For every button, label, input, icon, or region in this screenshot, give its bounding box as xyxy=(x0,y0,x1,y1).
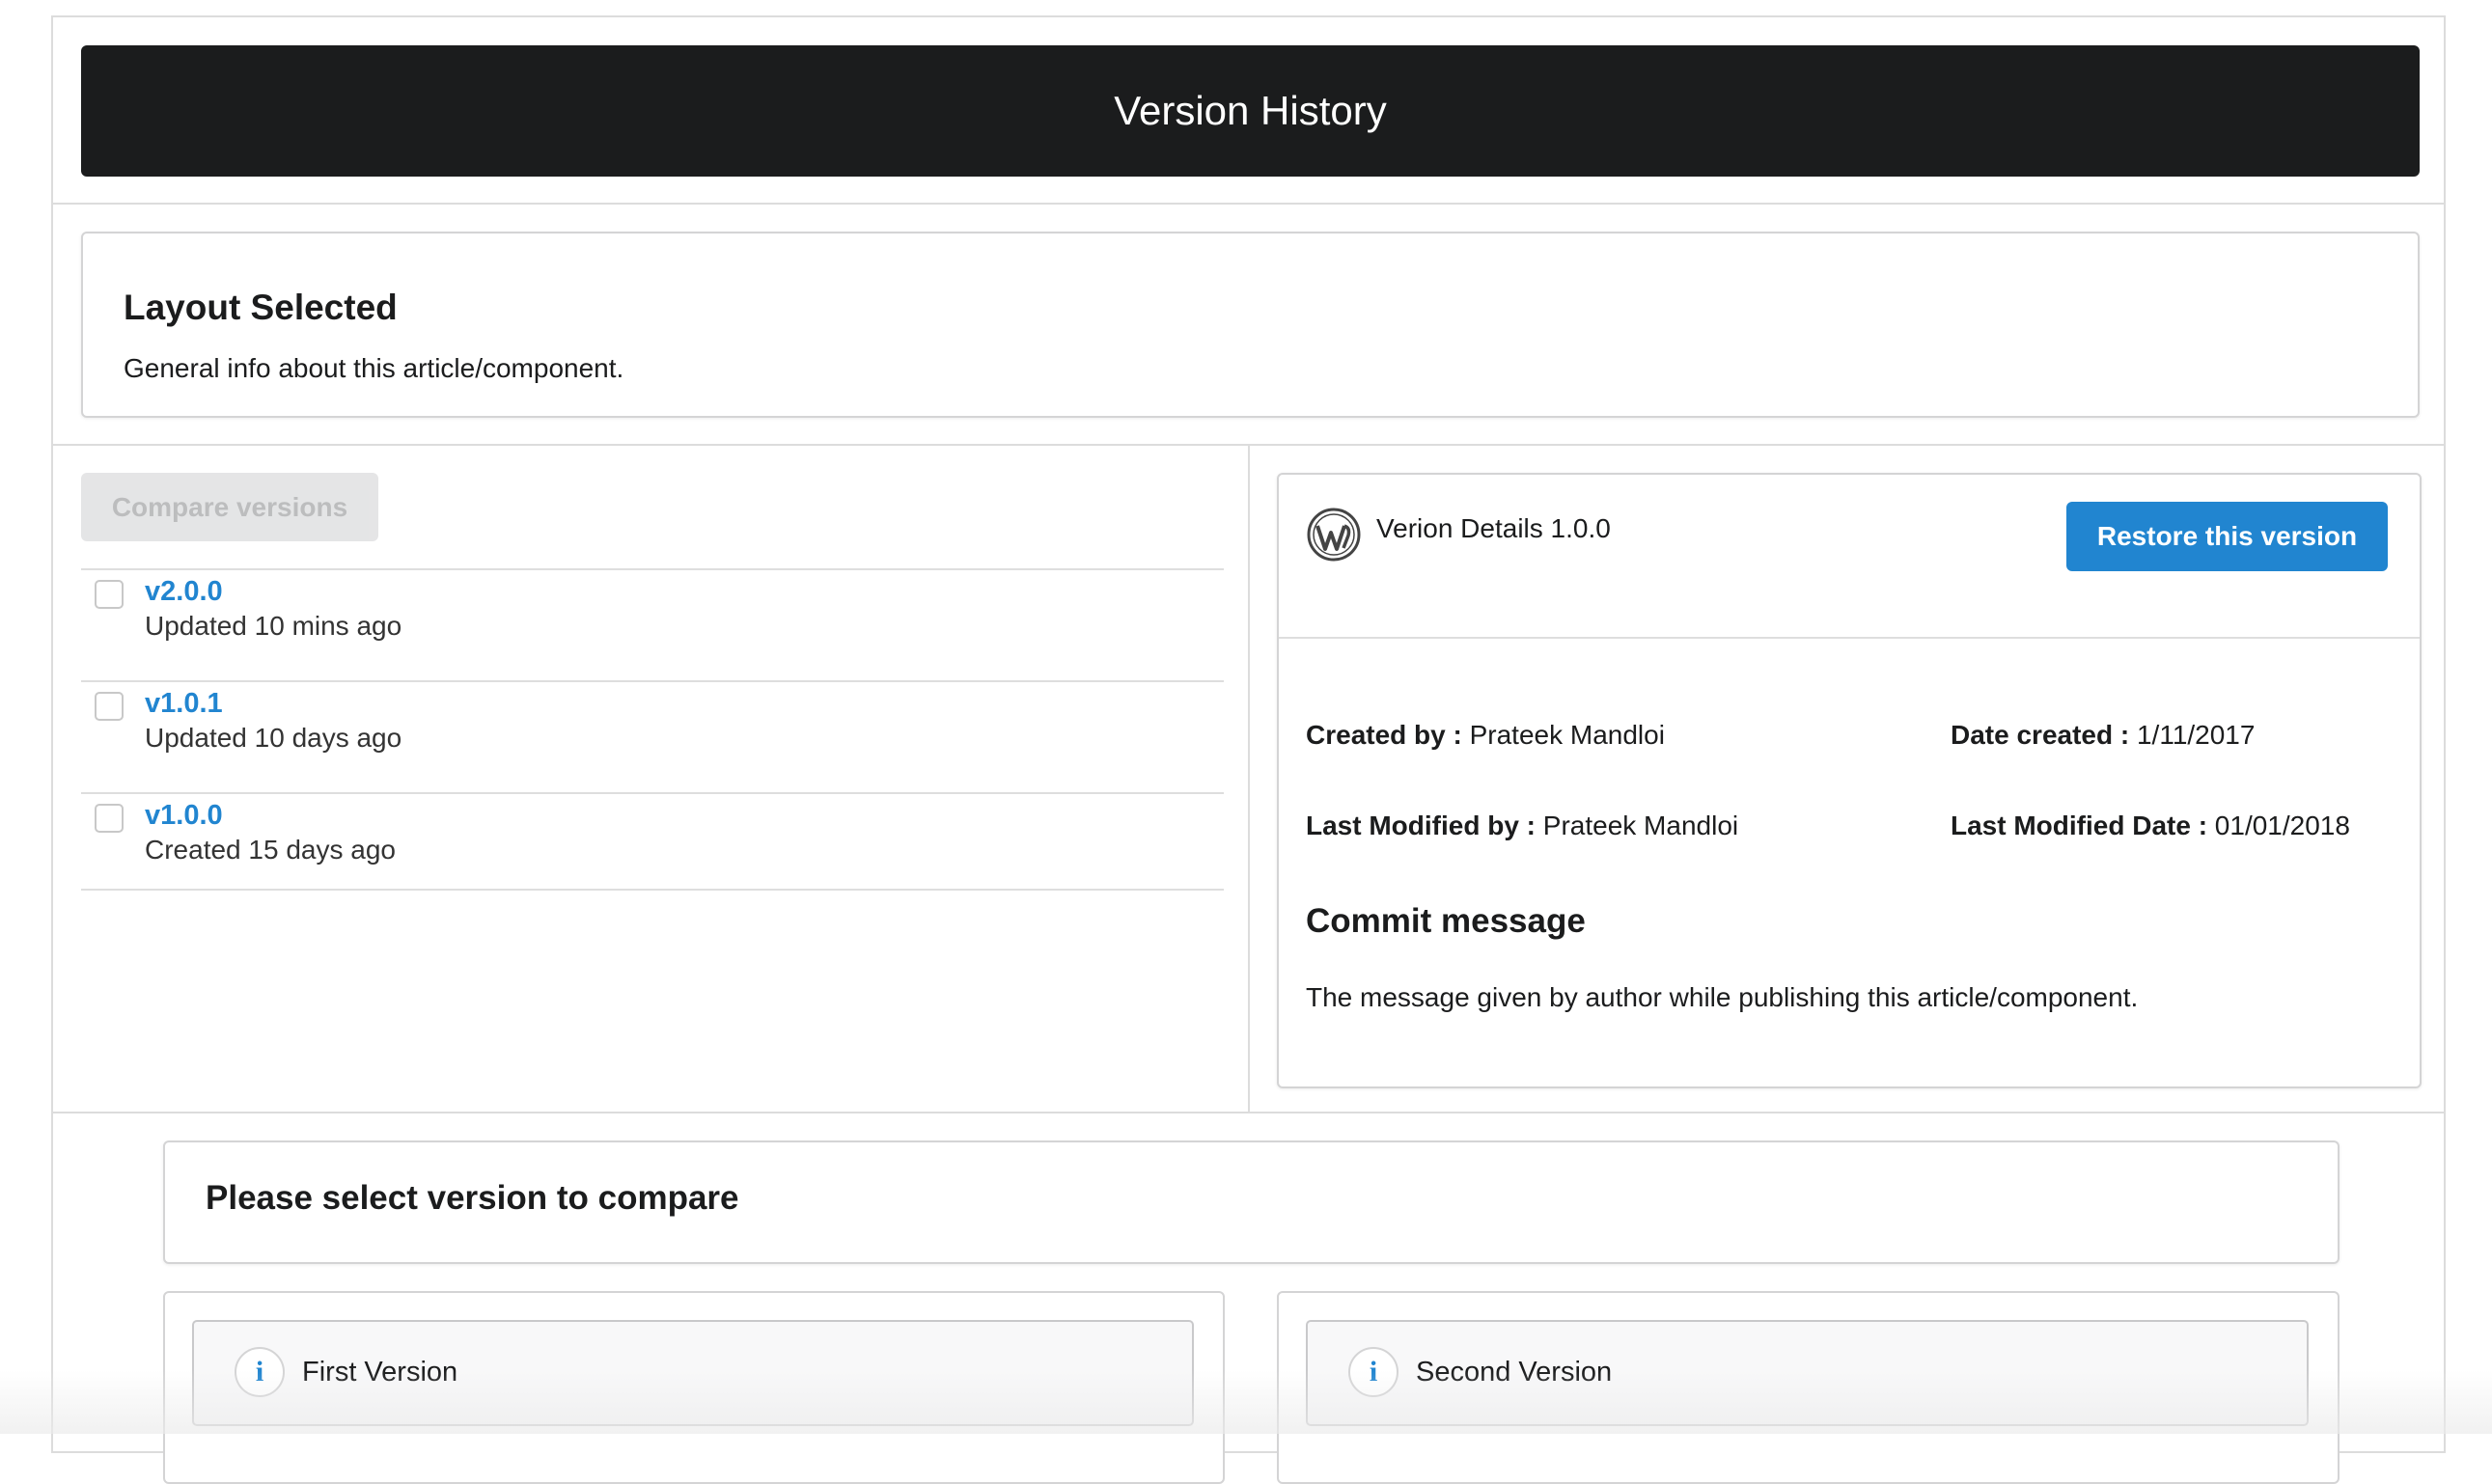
version-details-card: Verion Details 1.0.0 Restore this versio… xyxy=(1277,473,2422,1088)
version-meta: Created 15 days ago xyxy=(145,835,396,865)
details-title: Verion Details 1.0.0 xyxy=(1376,513,1611,543)
last-modified-by-label: Last Modified by : xyxy=(1306,811,1536,840)
first-version-label: First Version xyxy=(302,1357,458,1388)
date-created-field: Date created : 1/11/2017 xyxy=(1951,720,2255,751)
restore-version-button[interactable]: Restore this version xyxy=(2066,502,2388,571)
column-divider xyxy=(1248,444,1250,1112)
page-frame: Version History Layout Selected General … xyxy=(51,15,2446,1484)
first-version-message: i First Version xyxy=(192,1320,1194,1426)
commit-message-title: Commit message xyxy=(1306,902,1586,940)
created-by-label: Created by : xyxy=(1306,720,1462,750)
layout-title: Layout Selected xyxy=(124,288,398,327)
select-version-title: Please select version to compare xyxy=(206,1179,739,1217)
version-item[interactable]: v1.0.1 Updated 10 days ago xyxy=(81,682,1224,794)
version-list: v2.0.0 Updated 10 mins ago v1.0.1 Update… xyxy=(81,568,1224,891)
version-checkbox[interactable] xyxy=(95,804,124,833)
second-version-label: Second Version xyxy=(1416,1357,1613,1388)
last-modified-by-field: Last Modified by : Prateek Mandloi xyxy=(1306,811,1738,841)
wordpress-icon xyxy=(1307,508,1361,562)
version-name[interactable]: v2.0.0 xyxy=(145,576,223,608)
version-meta: Updated 10 mins ago xyxy=(145,611,402,641)
last-modified-by-value: Prateek Mandloi xyxy=(1542,811,1739,840)
version-checkbox[interactable] xyxy=(95,692,124,721)
date-created-value: 1/11/2017 xyxy=(2136,720,2256,750)
last-modified-date-label: Last Modified Date : xyxy=(1951,811,2208,840)
second-version-message: i Second Version xyxy=(1306,1320,2309,1426)
layout-description: General info about this article/componen… xyxy=(124,353,624,383)
page-header: Version History xyxy=(81,45,2420,177)
layout-selected-card: Layout Selected General info about this … xyxy=(81,232,2420,418)
details-header: Verion Details 1.0.0 Restore this versio… xyxy=(1279,475,2420,639)
version-checkbox[interactable] xyxy=(95,580,124,609)
compare-versions-button[interactable]: Compare versions xyxy=(81,473,378,541)
version-name[interactable]: v1.0.1 xyxy=(145,688,223,720)
second-version-card: i Second Version xyxy=(1277,1291,2340,1484)
page-title: Version History xyxy=(1114,88,1387,133)
version-item[interactable]: v2.0.0 Updated 10 mins ago xyxy=(81,570,1224,682)
version-item[interactable]: v1.0.0 Created 15 days ago xyxy=(81,794,1224,891)
last-modified-date-field: Last Modified Date : 01/01/2018 xyxy=(1951,811,2350,841)
version-name[interactable]: v1.0.0 xyxy=(145,800,223,832)
info-icon: i xyxy=(235,1347,285,1397)
date-created-label: Date created : xyxy=(1951,720,2130,750)
first-version-card: i First Version xyxy=(163,1291,1225,1484)
created-by-value: Prateek Mandloi xyxy=(1469,720,1665,750)
commit-message-text: The message given by author while publis… xyxy=(1306,982,2139,1012)
divider xyxy=(53,203,2444,205)
created-by-field: Created by : Prateek Mandloi xyxy=(1306,720,1665,751)
divider xyxy=(53,1112,2444,1113)
select-version-card: Please select version to compare xyxy=(163,1140,2340,1264)
version-meta: Updated 10 days ago xyxy=(145,723,402,753)
info-icon: i xyxy=(1348,1347,1398,1397)
last-modified-date-value: 01/01/2018 xyxy=(2214,811,2350,840)
